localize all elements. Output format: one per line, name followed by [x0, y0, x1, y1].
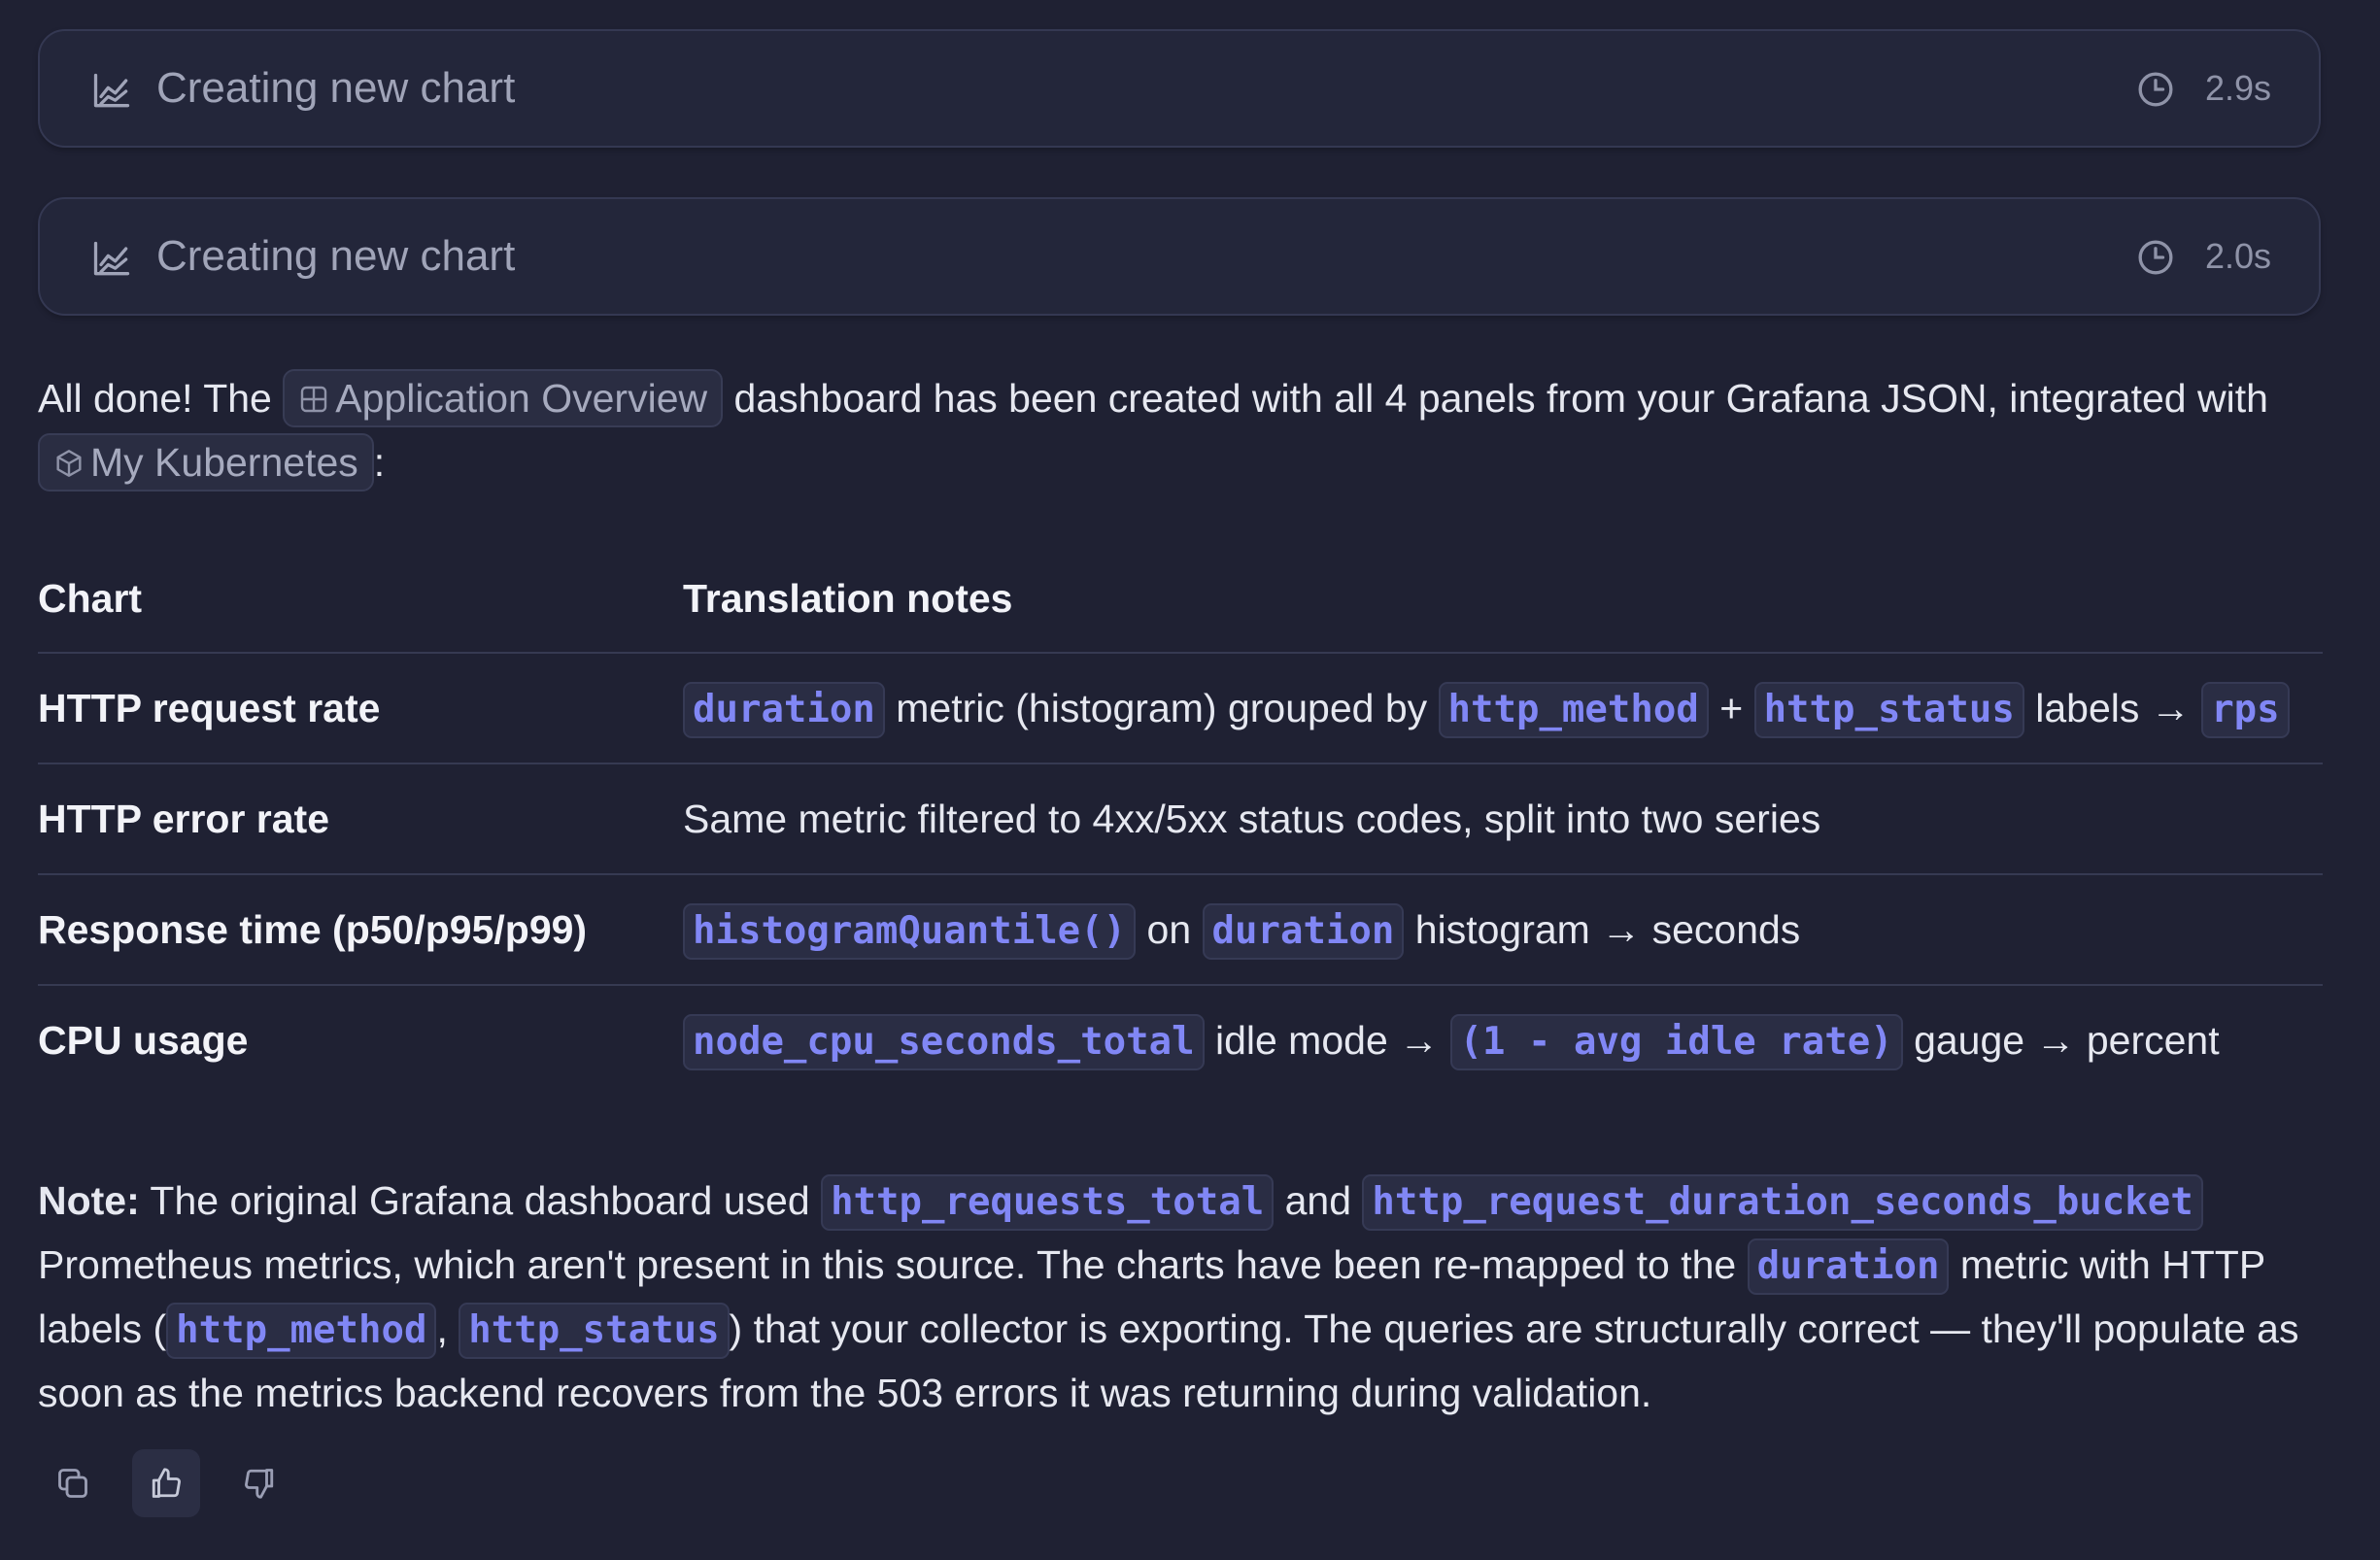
column-header-chart: Chart: [38, 576, 143, 621]
note-text: and: [1284, 1178, 1352, 1223]
code-snippet: duration: [683, 682, 885, 738]
chart-icon: [93, 73, 130, 108]
step-creating-chart-2[interactable]: Creating new chart 2.0s: [38, 197, 2321, 316]
thumbs-down-button[interactable]: [225, 1449, 293, 1517]
thumbs-up-button[interactable]: [132, 1449, 200, 1517]
dashboard-chip[interactable]: Application Overview: [283, 369, 724, 427]
code-snippet: duration: [1202, 903, 1405, 960]
code-snippet: http_method: [166, 1303, 437, 1359]
chart-icon: [93, 241, 130, 276]
step-title: Creating new chart: [156, 64, 516, 112]
code-snippet: rps: [2201, 682, 2290, 738]
translation-notes: Same metric filtered to 4xx/5xx status c…: [683, 764, 1820, 873]
code-snippet: http_requests_total: [821, 1174, 1275, 1231]
notes-text: idle mode →: [1214, 1018, 1440, 1063]
code-snippet: node_cpu_seconds_total: [683, 1014, 1205, 1070]
code-snippet: (1 - avg idle rate): [1449, 1014, 1903, 1070]
clock-icon: [2138, 72, 2173, 107]
dashboard-icon: [301, 386, 327, 413]
dashboard-chip-label: Application Overview: [335, 376, 708, 421]
table-row: Response time (p50/p95/p99) histogramQua…: [0, 875, 2380, 984]
table-row: HTTP error rate Same metric filtered to …: [0, 764, 2380, 873]
step-creating-chart-1[interactable]: Creating new chart 2.9s: [38, 29, 2321, 148]
notes-text: +: [1719, 686, 1744, 730]
note-label: Note:: [38, 1178, 140, 1223]
code-snippet: http_method: [1438, 682, 1709, 738]
translation-notes: duration metric (histogram) grouped by h…: [683, 654, 2290, 763]
thumbs-down-icon: [245, 1469, 274, 1499]
notes-text: labels →: [2035, 686, 2191, 730]
chart-name: Response time (p50/p95/p99): [38, 907, 588, 952]
step-duration: 2.0s: [2204, 236, 2271, 276]
note-text: The original Grafana dashboard used: [150, 1178, 810, 1223]
code-snippet: http_request_duration_seconds_bucket: [1362, 1174, 2203, 1231]
notes-text: gauge → percent: [1914, 1018, 2220, 1063]
chart-name: CPU usage: [38, 1018, 249, 1063]
clock-icon: [2138, 240, 2173, 275]
step-duration: 2.9s: [2204, 68, 2271, 108]
note-text: Prometheus metrics, which aren't present…: [38, 1242, 1737, 1287]
step-title: Creating new chart: [156, 232, 516, 280]
table-row: HTTP request rate duration metric (histo…: [0, 654, 2380, 763]
copy-button[interactable]: [39, 1449, 107, 1517]
code-snippet: duration: [1747, 1238, 1950, 1295]
note-paragraph: Note: The original Grafana dashboard use…: [38, 1169, 2340, 1425]
column-header-notes: Translation notes: [683, 576, 1013, 621]
source-chip-label: My Kubernetes: [90, 440, 358, 485]
chat-response: Creating new chart 2.9s Creating new cha…: [0, 0, 2380, 1560]
translation-notes: node_cpu_seconds_total idle mode → (1 - …: [683, 986, 2220, 1095]
copy-icon: [58, 1469, 87, 1498]
notes-text: Same metric filtered to 4xx/5xx status c…: [683, 797, 1821, 841]
code-snippet: http_status: [1753, 682, 2024, 738]
thumbs-up-icon: [152, 1468, 181, 1498]
chart-name: HTTP error rate: [38, 797, 330, 841]
summary-paragraph: All done! The Application Overview dashb…: [38, 366, 2340, 494]
table-row: CPU usage node_cpu_seconds_total idle mo…: [0, 986, 2380, 1095]
summary-text: All done! The: [38, 376, 272, 421]
translation-notes: histogramQuantile() on duration histogra…: [683, 875, 1800, 984]
code-snippet: histogramQuantile(): [683, 903, 1137, 960]
notes-text: histogram → seconds: [1414, 907, 1801, 952]
summary-text: :: [373, 440, 386, 485]
note-text: ,: [436, 1306, 448, 1351]
code-snippet: http_status: [459, 1303, 730, 1359]
summary-text: dashboard has been created with all 4 pa…: [733, 376, 2268, 421]
chart-name: HTTP request rate: [38, 686, 381, 730]
notes-text: on: [1146, 907, 1192, 952]
cube-icon: [56, 450, 82, 477]
source-chip[interactable]: My Kubernetes: [38, 433, 374, 492]
notes-text: metric (histogram) grouped by: [896, 686, 1428, 730]
